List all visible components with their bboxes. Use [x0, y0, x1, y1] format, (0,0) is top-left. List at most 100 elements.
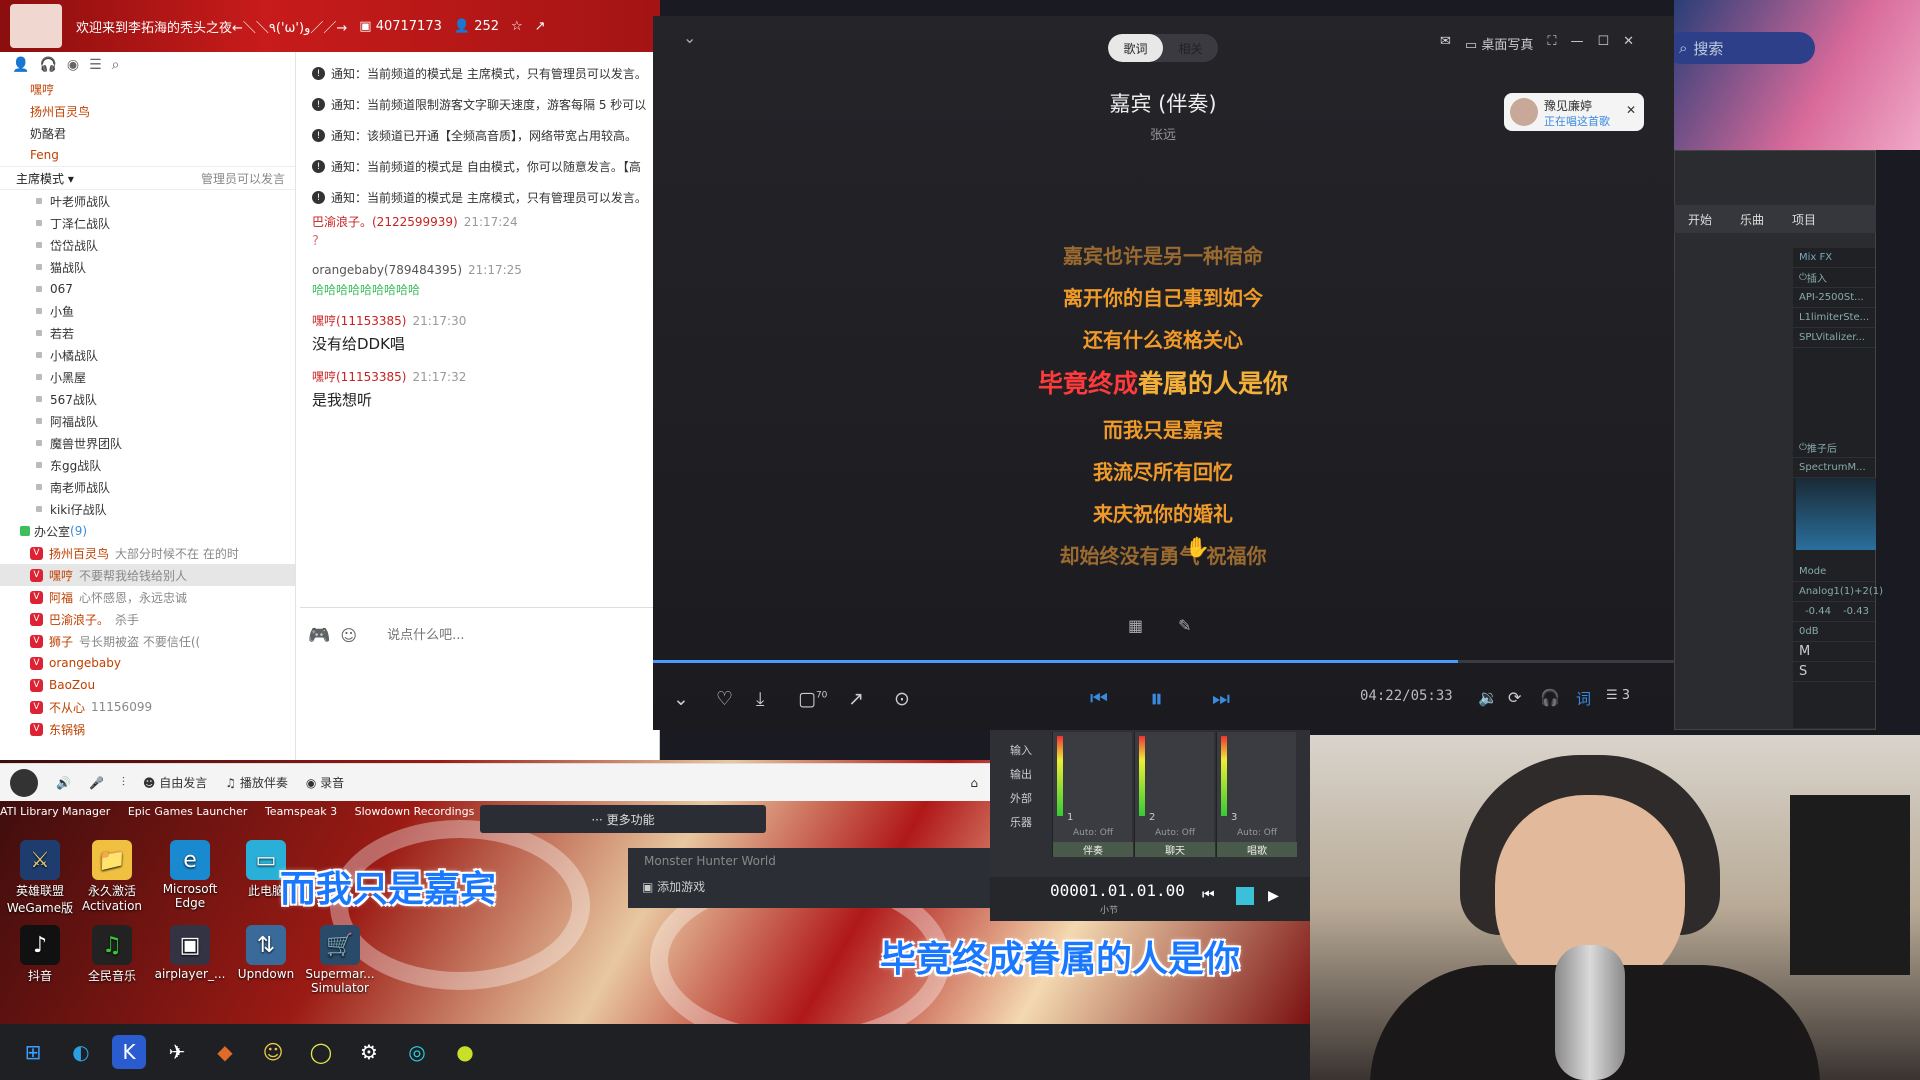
- team-channel[interactable]: 猫战队: [0, 256, 295, 278]
- member-item[interactable]: V 东锅锅: [0, 718, 295, 740]
- song-artist[interactable]: 张远: [1000, 124, 1326, 143]
- more-functions-button[interactable]: ··· 更多功能: [480, 805, 766, 833]
- headphone-icon[interactable]: 🎧: [1540, 688, 1560, 707]
- desktop-icon-airplayer[interactable]: ▣ airplayer_...: [150, 925, 230, 981]
- collapse-icon[interactable]: ⌄: [683, 28, 696, 47]
- team-channel[interactable]: 067: [0, 278, 295, 300]
- play-accompany-button[interactable]: ♫ 播放伴奏: [225, 774, 288, 791]
- speaker-icon[interactable]: 🔊: [56, 776, 71, 790]
- channel-name[interactable]: 聊天: [1135, 842, 1215, 857]
- close-icon[interactable]: ✕: [1623, 34, 1634, 53]
- mixer-channel[interactable]: 2 Auto: Off 聊天: [1134, 732, 1215, 857]
- pick-icon[interactable]: ✎: [1178, 616, 1191, 635]
- desktop-icon-edge[interactable]: e Microsoft Edge: [150, 840, 230, 910]
- add-game-button[interactable]: ▣ 添加游戏: [628, 874, 990, 899]
- team-channel[interactable]: 567战队: [0, 388, 295, 410]
- feishu-icon[interactable]: ✈: [160, 1035, 194, 1069]
- team-channel[interactable]: 魔兽世界团队: [0, 432, 295, 454]
- desktop-portrait-button[interactable]: ▭ 桌面写真: [1465, 34, 1533, 53]
- mute-button[interactable]: M: [1793, 642, 1875, 662]
- play-icon[interactable]: ▶: [1268, 885, 1279, 906]
- insert-label[interactable]: ⏻ 插入: [1793, 268, 1875, 288]
- app-icon[interactable]: ◆: [208, 1035, 242, 1069]
- video-icon[interactable]: ▦: [1128, 616, 1143, 635]
- menu-start[interactable]: 开始: [1674, 211, 1726, 228]
- avatar[interactable]: [10, 768, 38, 797]
- mixer-row-output[interactable]: 输出: [1010, 766, 1032, 782]
- team-channel[interactable]: 东gg战队: [0, 454, 295, 476]
- plugin-slot[interactable]: SpectrumM...: [1793, 458, 1875, 478]
- office-channel[interactable]: 办公室 (9): [0, 520, 295, 542]
- team-channel[interactable]: kiki仔战队: [0, 498, 295, 520]
- app-icon[interactable]: ◯: [304, 1035, 338, 1069]
- member-item[interactable]: V 巴渝浪子。 杀手: [0, 608, 295, 630]
- automation-state[interactable]: Auto: Off: [1155, 828, 1195, 838]
- tab-related[interactable]: 相关: [1163, 34, 1218, 62]
- desktop-label[interactable]: ATI Library Manager: [0, 805, 110, 818]
- member-item[interactable]: V 阿福 心怀感恩，永远忠诚: [0, 586, 295, 608]
- top-user[interactable]: 嘿哼: [0, 78, 295, 100]
- close-icon[interactable]: ✕: [1626, 103, 1636, 117]
- mixer-icon[interactable]: ⫶: [122, 775, 125, 790]
- microphone-icon[interactable]: 🎤: [89, 776, 104, 790]
- team-channel[interactable]: 阿福战队: [0, 410, 295, 432]
- home-icon[interactable]: ⌂: [970, 776, 978, 790]
- message-sender[interactable]: orangebaby(789484395): [312, 263, 462, 277]
- user-icon[interactable]: 👤: [12, 57, 29, 73]
- member-item[interactable]: V 嘿哼 不要帮我给钱给别人: [0, 564, 295, 586]
- stop-button[interactable]: [1236, 887, 1254, 905]
- mode-select[interactable]: 主席模式 ▾: [16, 170, 74, 187]
- volume-icon[interactable]: 🔉: [1478, 688, 1498, 707]
- location-icon[interactable]: ◉: [67, 57, 79, 73]
- member-item[interactable]: V 狮子 号长期被盗 不要信任((: [0, 630, 295, 652]
- plugin-slot[interactable]: SPLVitalizer...: [1793, 328, 1875, 348]
- record-button[interactable]: ◉ 录音: [306, 774, 344, 791]
- maximize-icon[interactable]: ☐: [1597, 34, 1609, 53]
- channel-name[interactable]: 伴奏: [1053, 842, 1133, 857]
- message-sender[interactable]: 嘿哼(11153385): [312, 312, 406, 329]
- desktop-label[interactable]: Slowdown Recordings: [355, 805, 475, 818]
- pause-icon[interactable]: ⏸: [1150, 684, 1163, 715]
- menu-project[interactable]: 项目: [1778, 211, 1830, 228]
- plugin-slot[interactable]: L1limiterSte...: [1793, 308, 1875, 328]
- desktop-icon-upndown[interactable]: ⇅ Upndown: [226, 925, 306, 981]
- desktop-label[interactable]: Epic Games Launcher: [128, 805, 248, 818]
- message-sender[interactable]: 巴渝浪子。(2122599939): [312, 213, 458, 230]
- kugou-icon[interactable]: K: [112, 1035, 146, 1069]
- desktop-icon-supermarket[interactable]: 🛒 Supermar... Simulator: [300, 925, 380, 995]
- comment-icon[interactable]: ▢70: [798, 688, 827, 710]
- mixer-row-input[interactable]: 输入: [1010, 742, 1032, 758]
- app-icon[interactable]: ●: [448, 1035, 482, 1069]
- mail-icon[interactable]: ✉: [1440, 34, 1451, 53]
- favorite-icon[interactable]: ☆: [511, 19, 523, 34]
- team-channel[interactable]: 叶老师战队: [0, 190, 295, 212]
- gamepad-icon[interactable]: 🎮: [308, 625, 330, 646]
- windows-start-icon[interactable]: ⊞: [16, 1035, 50, 1069]
- share-icon[interactable]: ↗: [535, 19, 546, 34]
- share-icon[interactable]: ↗: [848, 688, 864, 710]
- game-icon[interactable]: ☺: [256, 1035, 290, 1069]
- heart-icon[interactable]: ♡: [716, 688, 733, 710]
- app-icon[interactable]: ◎: [400, 1035, 434, 1069]
- team-channel[interactable]: 小黑屋: [0, 366, 295, 388]
- minimize-icon[interactable]: —: [1570, 34, 1583, 53]
- search-icon[interactable]: ⌕: [112, 57, 120, 73]
- desktop-icon-activation[interactable]: 📁 永久激活Activation: [72, 840, 152, 913]
- member-item[interactable]: Vorangebaby: [0, 652, 295, 674]
- analog-output[interactable]: Analog1(1)+2(1): [1793, 582, 1883, 602]
- lyrics-toggle-button[interactable]: 词: [1576, 688, 1591, 709]
- mixer-channel[interactable]: 3 Auto: Off 唱歌: [1216, 732, 1297, 857]
- plugin-slot[interactable]: API-2500St...: [1793, 288, 1875, 308]
- recommendation-card[interactable]: 豫见廉婷 正在唱这首歌 ✕: [1504, 93, 1644, 131]
- automation-state[interactable]: Auto: Off: [1237, 828, 1277, 838]
- desktop-icon-tiktok[interactable]: ♪ 抖音: [0, 925, 80, 984]
- post-fader-label[interactable]: ⏻ 推子后: [1793, 438, 1875, 458]
- game-name[interactable]: Monster Hunter World: [628, 848, 990, 874]
- free-speak-button[interactable]: ☻ 自由发言: [143, 774, 207, 791]
- next-icon[interactable]: ⏭: [1212, 686, 1230, 710]
- download-icon[interactable]: ⤓: [756, 688, 764, 710]
- list-icon[interactable]: ☰: [89, 57, 102, 73]
- loop-icon[interactable]: ⟳: [1508, 688, 1521, 707]
- automation-state[interactable]: Auto: Off: [1073, 828, 1113, 838]
- rewind-icon[interactable]: ⏮: [1202, 887, 1215, 903]
